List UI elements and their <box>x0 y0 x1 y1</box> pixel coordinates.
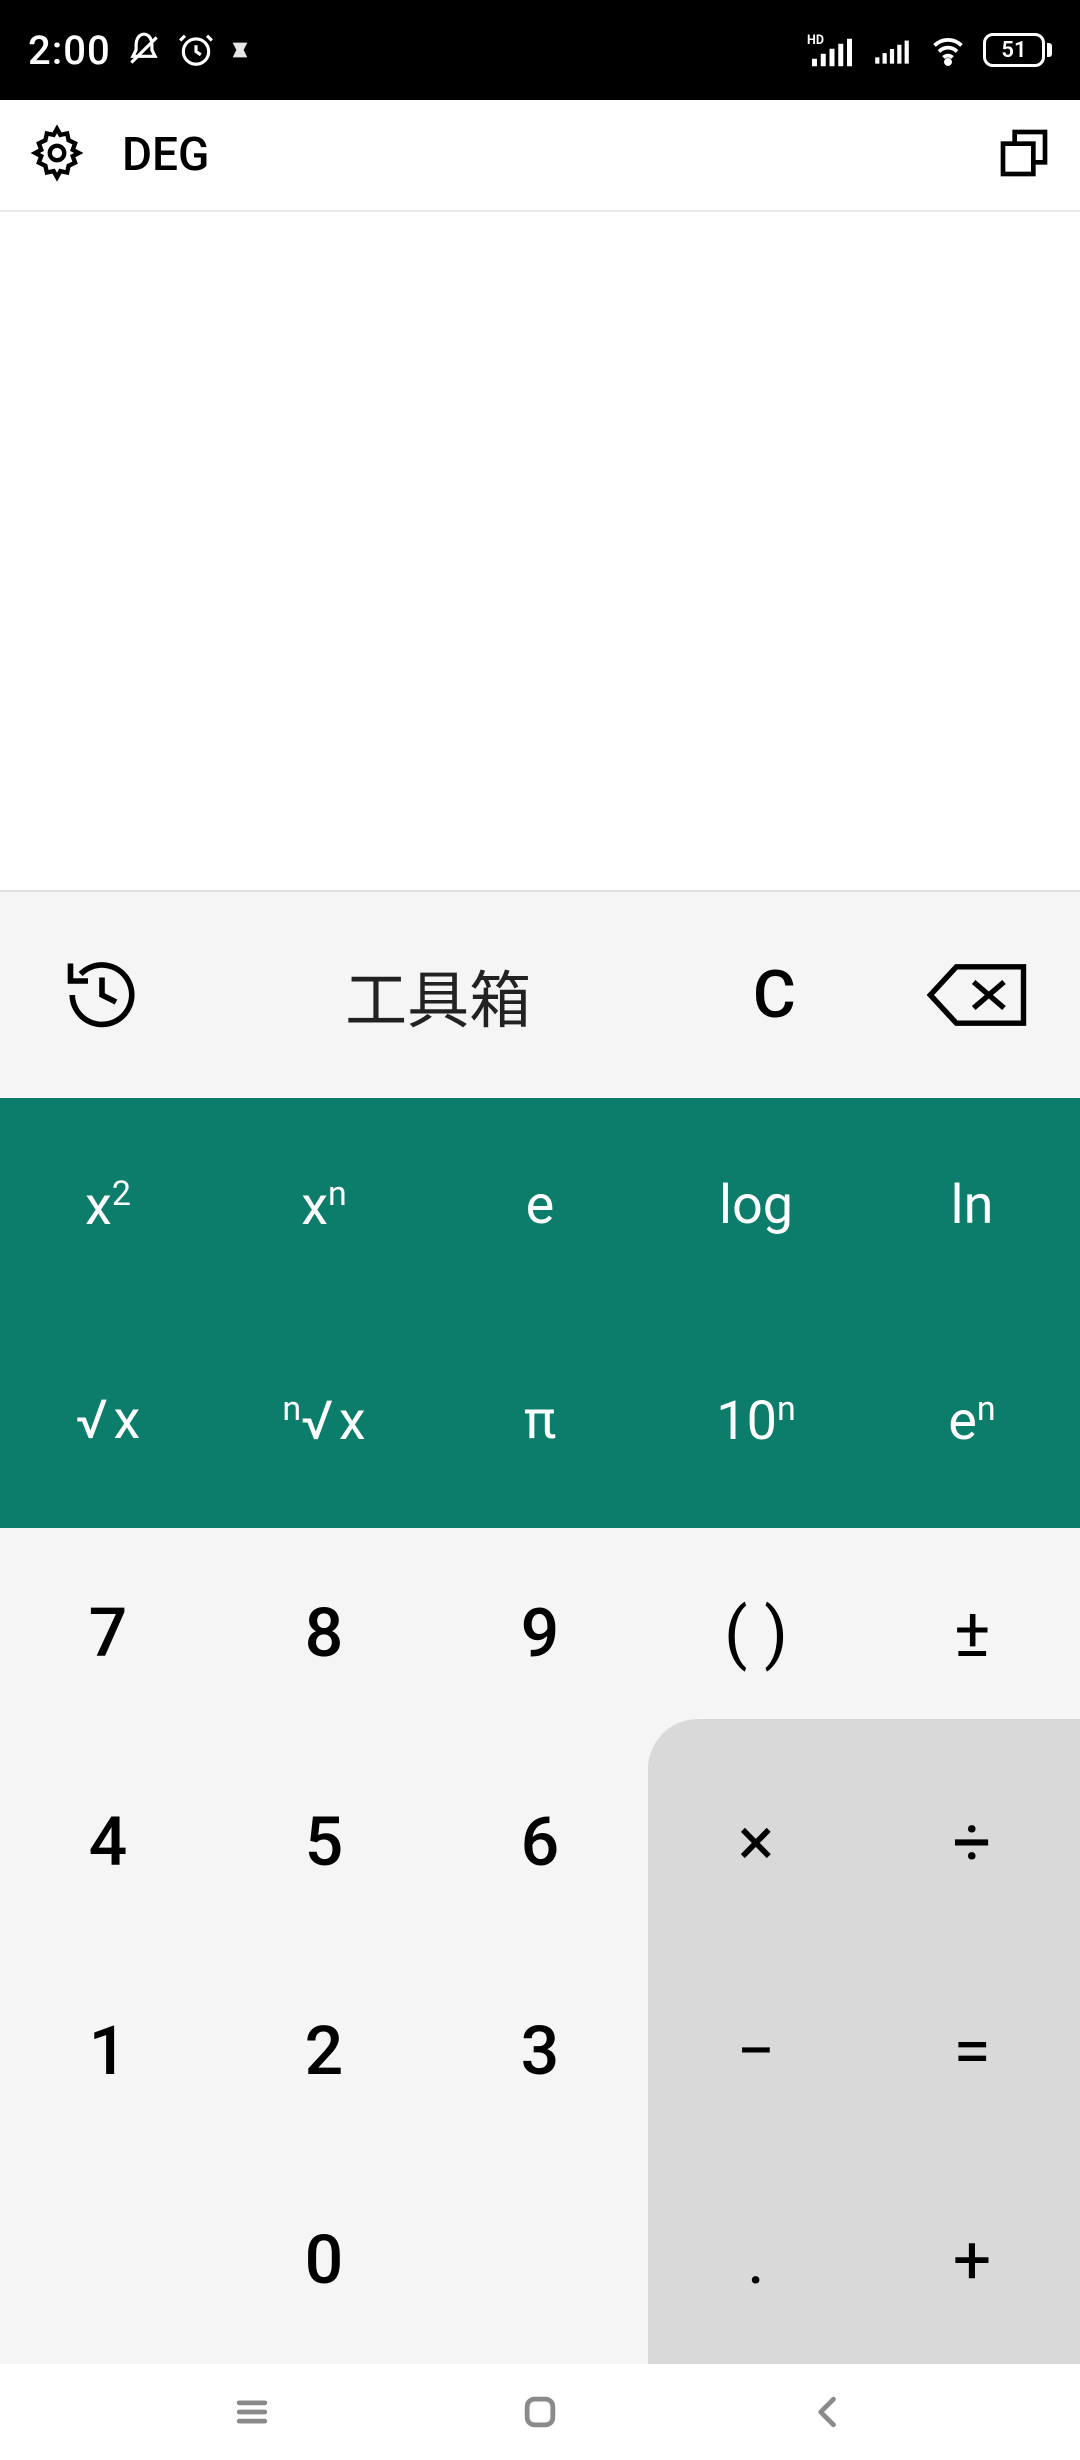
clear-button[interactable]: C <box>672 957 876 1034</box>
key-x-power-n[interactable]: xn <box>216 1098 432 1313</box>
key-3[interactable]: 3 <box>432 1946 648 2155</box>
app-header: DEG <box>0 100 1080 212</box>
svg-text:HD: HD <box>807 33 824 48</box>
backspace-icon <box>926 959 1030 1031</box>
key-minus[interactable]: − <box>648 1946 864 2155</box>
key-parentheses[interactable]: ( ) <box>648 1528 864 1737</box>
wifi-icon <box>927 32 969 68</box>
key-multiply[interactable]: × <box>648 1737 864 1946</box>
battery-percent: 51 <box>1001 38 1026 63</box>
history-button[interactable] <box>0 953 204 1037</box>
calc-toolbar: 工具箱 C <box>0 892 1080 1098</box>
multi-window-button[interactable] <box>996 125 1052 185</box>
key-pi[interactable]: π <box>432 1313 648 1528</box>
app-indicator-icon <box>229 39 251 61</box>
key-equals[interactable]: = <box>864 1946 1080 2155</box>
signal-icon <box>871 32 913 68</box>
menu-icon <box>230 2390 274 2434</box>
key-divide[interactable]: ÷ <box>864 1737 1080 1946</box>
system-nav-bar <box>0 2364 1080 2460</box>
nav-home-button[interactable] <box>504 2376 576 2448</box>
key-6[interactable]: 6 <box>432 1737 648 1946</box>
calculator-display[interactable] <box>0 212 1080 892</box>
key-log[interactable]: log <box>648 1098 864 1313</box>
toolbox-label: 工具箱 <box>345 950 531 1040</box>
key-sqrt[interactable]: √ x <box>0 1313 216 1528</box>
nav-recent-button[interactable] <box>216 2376 288 2448</box>
key-10-power-n[interactable]: 10n <box>648 1313 864 1528</box>
key-4[interactable]: 4 <box>0 1737 216 1946</box>
mute-icon <box>125 31 163 69</box>
numeric-keypad: 7 8 9 ( ) ± 4 5 6 × ÷ 1 2 3 − = 0 . + <box>0 1528 1080 2364</box>
angle-mode-label[interactable]: DEG <box>122 128 209 182</box>
square-icon <box>518 2390 562 2434</box>
status-time: 2:00 <box>28 27 111 74</box>
key-9[interactable]: 9 <box>432 1528 648 1737</box>
key-x-squared[interactable]: x2 <box>0 1098 216 1313</box>
battery-icon: 51 <box>983 33 1052 67</box>
key-decimal[interactable]: . <box>648 2155 864 2364</box>
key-7[interactable]: 7 <box>0 1528 216 1737</box>
signal-hd-icon: HD <box>807 31 857 69</box>
scientific-keypad: x2 xn e log ln √ x n√ x π 10n en <box>0 1098 1080 1528</box>
alarm-icon <box>177 31 215 69</box>
key-2[interactable]: 2 <box>216 1946 432 2155</box>
nav-back-button[interactable] <box>792 2376 864 2448</box>
backspace-button[interactable] <box>876 959 1080 1031</box>
copy-icon <box>996 125 1052 181</box>
key-nth-root[interactable]: n√ x <box>216 1313 432 1528</box>
gear-icon <box>28 124 86 182</box>
key-e[interactable]: e <box>432 1098 648 1313</box>
clear-label: C <box>753 957 796 1034</box>
key-ln[interactable]: ln <box>864 1098 1080 1313</box>
key-1[interactable]: 1 <box>0 1946 216 2155</box>
key-5[interactable]: 5 <box>216 1737 432 1946</box>
key-8[interactable]: 8 <box>216 1528 432 1737</box>
history-icon <box>60 953 144 1037</box>
key-plus[interactable]: + <box>864 2155 1080 2364</box>
settings-button[interactable] <box>28 124 86 186</box>
key-blank-b <box>432 2155 648 2364</box>
chevron-left-icon <box>806 2390 850 2434</box>
key-plus-minus[interactable]: ± <box>864 1528 1080 1737</box>
key-blank-a <box>0 2155 216 2364</box>
toolbox-button[interactable]: 工具箱 <box>204 950 673 1040</box>
status-bar: 2:00 HD <box>0 0 1080 100</box>
key-e-power-n[interactable]: en <box>864 1313 1080 1528</box>
key-0[interactable]: 0 <box>216 2155 432 2364</box>
